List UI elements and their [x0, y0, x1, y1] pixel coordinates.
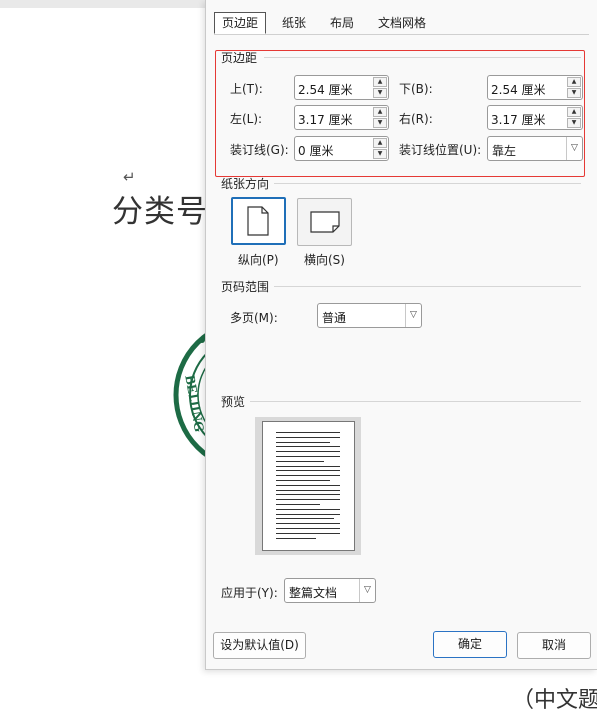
left-margin-label: 左(L):	[230, 112, 263, 126]
svg-text:BEIJING: BEIJING	[181, 374, 206, 433]
chevron-down-icon: ▽	[359, 579, 375, 602]
top-margin-up-button[interactable]: ▲	[373, 77, 387, 87]
top-margin-spinner[interactable]: 2.54 厘米 ▲ ▼	[294, 75, 389, 100]
left-margin-spinner[interactable]: 3.17 厘米 ▲ ▼	[294, 105, 389, 130]
preview-text-line	[276, 508, 340, 510]
preview-text-line	[276, 537, 316, 539]
tab-document-grid[interactable]: 文档网格	[370, 12, 434, 34]
gutter-spinner[interactable]: 0 厘米 ▲ ▼	[294, 136, 389, 161]
chevron-down-icon: ▽	[566, 137, 582, 160]
preview-text-line	[276, 460, 324, 462]
preview-section-line	[250, 401, 581, 402]
page-setup-dialog: 页边距 纸张 布局 文档网格 页边距 上(T): 2.54 厘米 ▲ ▼ 下(B)…	[205, 0, 597, 670]
cancel-button[interactable]: 取消	[517, 632, 591, 659]
orientation-section-line	[274, 183, 581, 184]
preview-text-line	[276, 494, 340, 496]
tab-paper[interactable]: 纸张	[274, 12, 314, 34]
bottom-margin-label: 下(B):	[399, 82, 433, 96]
right-margin-up-button[interactable]: ▲	[567, 107, 581, 117]
apply-to-value: 整篇文档	[289, 586, 338, 600]
preview-text-line	[276, 470, 340, 472]
preview-text-line	[276, 499, 340, 501]
preview-section-title: 预览	[221, 395, 246, 409]
top-margin-down-button[interactable]: ▼	[373, 88, 387, 98]
preview-text-line	[276, 513, 340, 515]
margins-section-line	[264, 57, 581, 58]
right-margin-spinner[interactable]: 3.17 厘米 ▲ ▼	[487, 105, 583, 130]
apply-to-select[interactable]: 整篇文档 ▽	[284, 578, 376, 603]
portrait-button[interactable]	[231, 197, 286, 245]
orientation-section-title: 纸张方向	[221, 177, 270, 191]
preview-text-line	[276, 532, 340, 534]
tab-layout[interactable]: 布局	[322, 12, 362, 34]
preview-text-line	[276, 451, 340, 453]
landscape-button[interactable]	[297, 198, 352, 246]
gutter-value: 0 厘米	[298, 144, 334, 158]
preview-page	[262, 421, 355, 551]
document-top-band	[0, 0, 210, 8]
landscape-page-icon	[310, 211, 340, 233]
chevron-down-icon: ▽	[405, 304, 421, 327]
multiple-pages-label: 多页(M):	[230, 311, 278, 325]
pages-section-title: 页码范围	[221, 280, 270, 294]
gutter-up-button[interactable]: ▲	[373, 138, 387, 148]
document-label: 分类号	[112, 194, 208, 230]
preview-text-line	[276, 480, 330, 481]
multiple-pages-value: 普通	[322, 311, 347, 325]
tab-margins[interactable]: 页边距	[214, 12, 267, 34]
preview-text-line	[276, 504, 320, 505]
bottom-margin-down-button[interactable]: ▼	[567, 88, 581, 98]
preview-text-line	[276, 523, 340, 525]
ok-button[interactable]: 确定	[433, 631, 507, 658]
preview-text-line	[276, 489, 340, 491]
gutter-position-value: 靠左	[492, 144, 517, 158]
preview-text-line	[276, 432, 340, 433]
apply-to-label: 应用于(Y):	[221, 586, 278, 600]
right-margin-down-button[interactable]: ▼	[567, 118, 581, 128]
bottom-margin-spinner[interactable]: 2.54 厘米 ▲ ▼	[487, 75, 583, 100]
page-preview	[255, 417, 361, 555]
preview-text-line	[276, 446, 340, 448]
tab-bar: 页边距 纸张 布局 文档网格	[214, 12, 436, 35]
preview-text-line	[276, 456, 340, 457]
landscape-label: 横向(S)	[304, 253, 345, 267]
pages-section-line	[274, 286, 581, 287]
tab-divider	[214, 34, 589, 35]
paragraph-mark: ↵	[123, 168, 136, 186]
left-margin-up-button[interactable]: ▲	[373, 107, 387, 117]
right-margin-label: 右(R):	[399, 112, 433, 126]
set-as-default-button[interactable]: 设为默认值(D)	[213, 632, 306, 659]
preview-text-line	[276, 441, 330, 443]
top-margin-label: 上(T):	[230, 82, 263, 96]
gutter-position-select[interactable]: 靠左 ▽	[487, 136, 583, 161]
preview-text-line	[276, 484, 340, 486]
document-bottom-text: （中文题	[512, 688, 597, 713]
gutter-label: 装订线(G):	[230, 143, 289, 157]
right-margin-value: 3.17 厘米	[491, 113, 546, 127]
portrait-label: 纵向(P)	[238, 253, 279, 267]
left-margin-down-button[interactable]: ▼	[373, 118, 387, 128]
portrait-page-icon	[247, 206, 269, 236]
bottom-margin-up-button[interactable]: ▲	[567, 77, 581, 87]
gutter-down-button[interactable]: ▼	[373, 149, 387, 159]
preview-text-line	[276, 436, 340, 438]
top-margin-value: 2.54 厘米	[298, 83, 353, 97]
preview-text-line	[276, 465, 340, 467]
preview-text-line	[276, 528, 340, 529]
bottom-margin-value: 2.54 厘米	[491, 83, 546, 97]
margins-section-title: 页边距	[221, 51, 258, 65]
preview-text-line	[276, 518, 334, 520]
multiple-pages-select[interactable]: 普通 ▽	[317, 303, 422, 328]
preview-text-line	[276, 475, 340, 477]
left-margin-value: 3.17 厘米	[298, 113, 353, 127]
gutter-position-label: 装订线位置(U):	[399, 143, 482, 157]
